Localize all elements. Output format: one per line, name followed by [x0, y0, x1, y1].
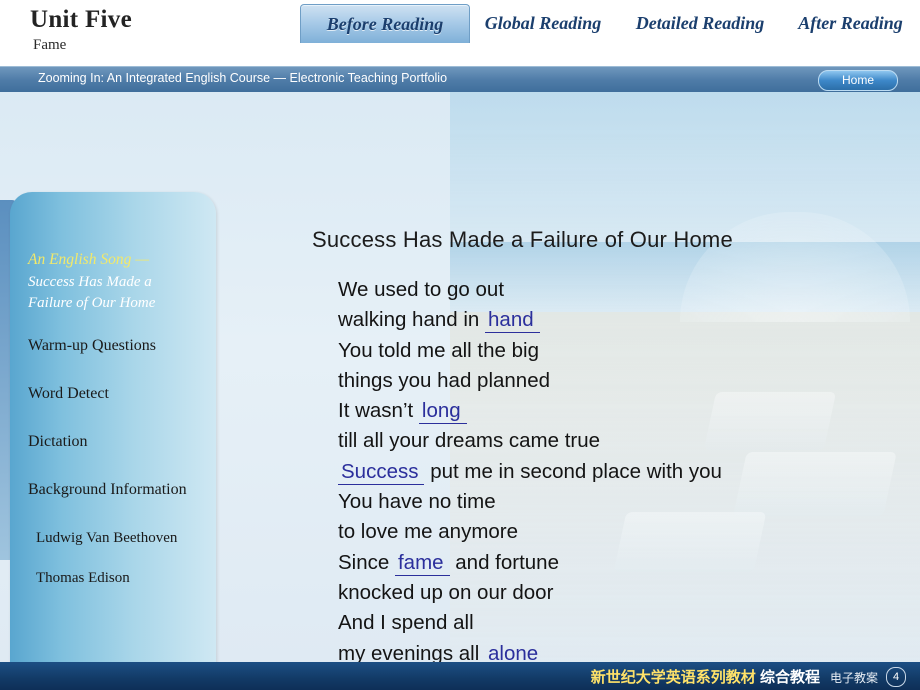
sidebar-item-thomas-edison[interactable]: Thomas Edison	[36, 568, 206, 588]
footer-series-title: 新世纪大学英语系列教材 综合教程	[591, 666, 820, 687]
lyric-text: put me in second place with you	[430, 459, 722, 483]
sidebar-item-ludwig-van-beethoven[interactable]: Ludwig Van Beethoven	[36, 528, 206, 548]
sidebar-song-subtitle-line1: Success Has Made a	[28, 274, 152, 290]
navigation-sidebar: An English Song — Success Has Made a Fai…	[10, 192, 216, 662]
page-number-badge: 4	[886, 667, 906, 687]
lyric-line: to love me anymore	[338, 517, 900, 547]
lyric-text: till all your dreams came true	[338, 429, 601, 453]
lyric-line: Since fame and fortune	[338, 548, 900, 578]
sidebar-song-subtitle: Success Has Made a Failure of Our Home	[28, 272, 206, 314]
lyric-text: And I spend all	[338, 611, 474, 635]
answer-blank-alone[interactable]: alone	[485, 641, 545, 662]
answer-blank-success[interactable]: Success	[338, 459, 425, 485]
sidebar-item-word-detect[interactable]: Word Detect	[28, 384, 206, 404]
top-header: Unit Five Fame Before Reading Global Rea…	[0, 0, 920, 67]
sidebar-item-song[interactable]: An English Song —	[28, 250, 206, 270]
lyric-text: my evenings all	[338, 641, 480, 662]
lyric-text: things you had planned	[338, 368, 551, 392]
tab-global-reading[interactable]: Global Reading	[456, 4, 630, 42]
sidebar-song-subtitle-line2: Failure of Our Home	[28, 295, 156, 311]
lyric-line: till all your dreams came true	[338, 426, 900, 456]
song-title: Success Has Made a Failure of Our Home	[312, 227, 733, 252]
course-title: Zooming In: An Integrated English Course…	[38, 71, 448, 85]
presentation-slide: Unit Five Fame Before Reading Global Rea…	[0, 0, 920, 690]
course-bar: Zooming In: An Integrated English Course…	[0, 66, 920, 93]
lyric-text: walking hand in	[338, 308, 480, 332]
section-tabs: Before Reading Global Reading Detailed R…	[300, 0, 920, 46]
footer-series-name: 新世纪大学英语系列教材	[590, 669, 756, 686]
lyric-line: We used to go out	[338, 275, 900, 305]
lyric-line: Success put me in second place with you	[338, 457, 900, 487]
lyric-line: You have no time	[338, 487, 900, 517]
lyric-line: my evenings all alone	[338, 639, 900, 662]
home-button[interactable]: Home	[818, 70, 898, 91]
answer-blank-hand[interactable]: hand	[485, 308, 540, 334]
page-title: Unit Five	[30, 6, 132, 33]
lyric-line: You told me all the big	[338, 336, 900, 366]
lyric-text: We used to go out	[338, 278, 505, 301]
lyric-line: And I spend all	[338, 608, 900, 638]
lyric-line: knocked up on our door	[338, 578, 900, 608]
lyric-text: knocked up on our door	[338, 580, 554, 604]
lyric-line: walking hand in hand	[338, 305, 900, 335]
tab-detailed-reading[interactable]: Detailed Reading	[608, 4, 792, 42]
answer-blank-fame[interactable]: fame	[394, 550, 450, 576]
lyric-line: It wasn’t long	[338, 396, 900, 426]
tab-before-reading[interactable]: Before Reading	[300, 4, 470, 43]
slide-body: An English Song — Success Has Made a Fai…	[0, 92, 920, 662]
lyrics-list: We used to go out walking hand in hand Y…	[338, 275, 900, 662]
footer-material-type: 电子教案	[829, 671, 878, 685]
lyric-text: It wasn’t	[338, 399, 414, 423]
tab-after-reading[interactable]: After Reading	[768, 4, 920, 42]
sidebar-item-warm-up-questions[interactable]: Warm-up Questions	[28, 336, 206, 356]
lyric-text: and fortune	[455, 550, 559, 574]
footer-bar: 新世纪大学英语系列教材 综合教程 电子教案 4	[0, 662, 920, 690]
lyrics-panel: Success Has Made a Failure of Our Home W…	[240, 227, 900, 662]
answer-blank-long[interactable]: long	[418, 399, 467, 425]
lyric-line: things you had planned	[338, 366, 900, 396]
lyric-text: You told me all the big	[338, 338, 539, 362]
lyric-text: to love me anymore	[338, 520, 519, 544]
sidebar-item-dictation[interactable]: Dictation	[28, 432, 206, 452]
page-subtitle: Fame	[33, 37, 67, 53]
lyric-text: Since	[338, 550, 390, 574]
footer-series-sub: 综合教程	[759, 669, 820, 686]
sidebar-item-background-information[interactable]: Background Information	[28, 480, 206, 500]
lyric-text: You have no time	[338, 490, 496, 514]
